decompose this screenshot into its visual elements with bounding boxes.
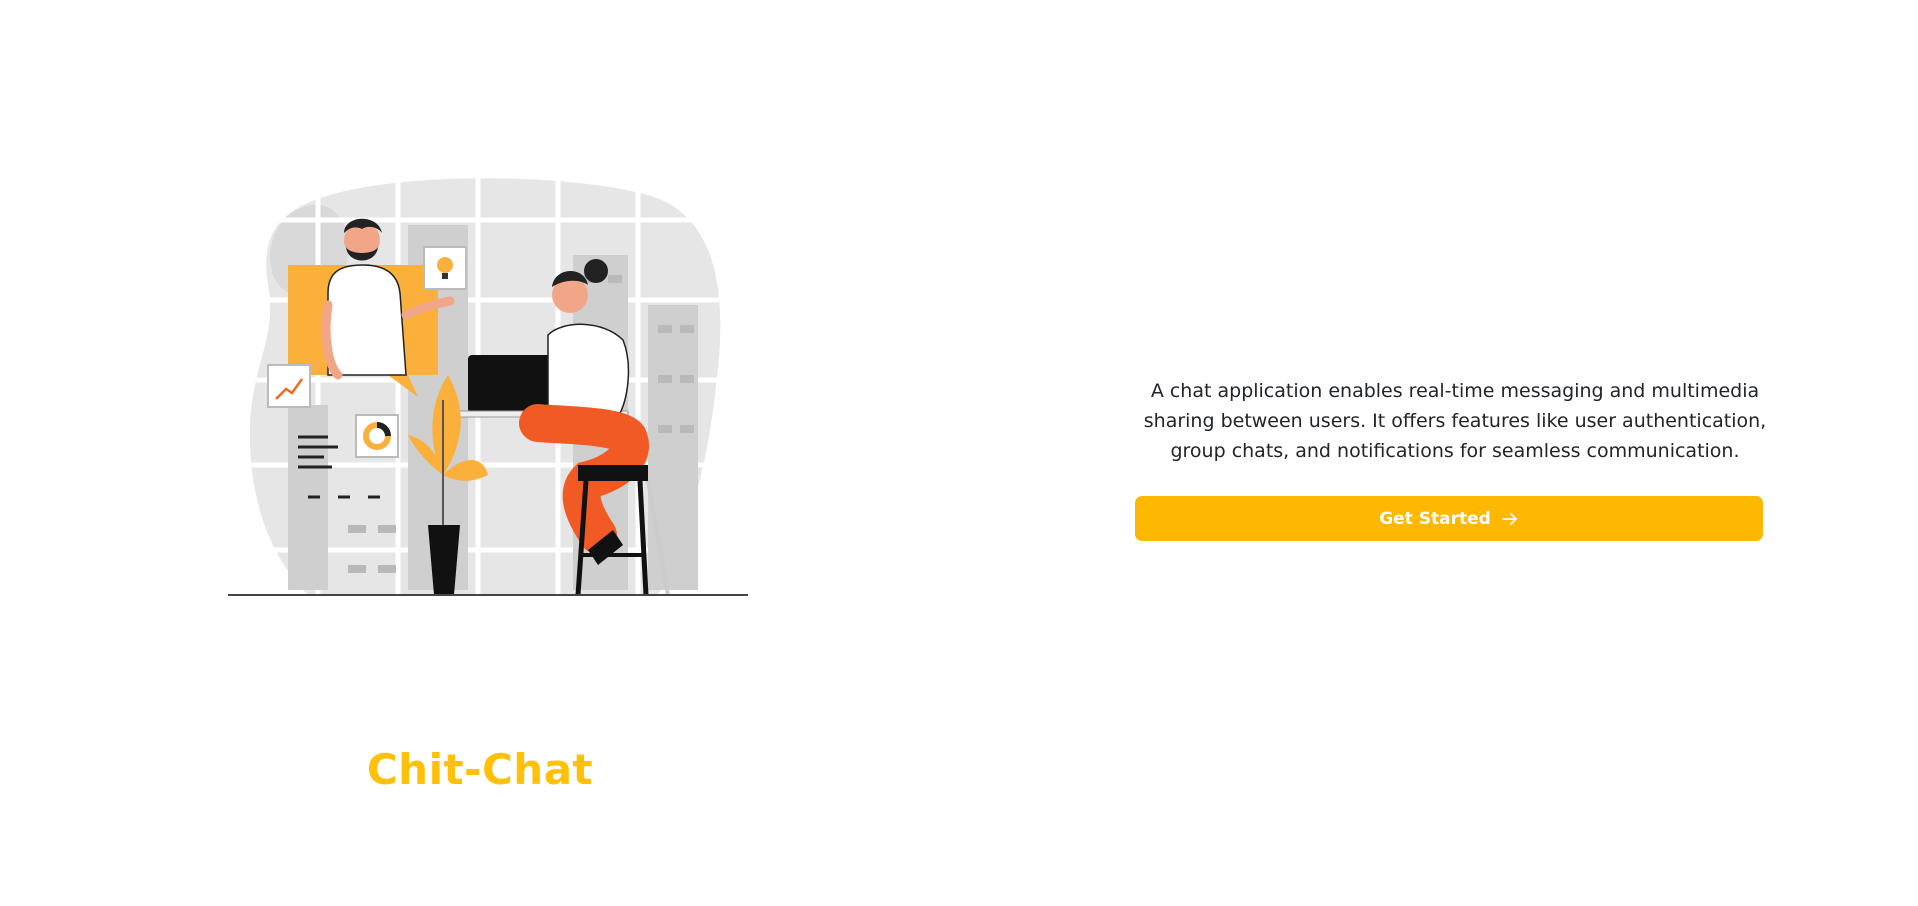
app-description: A chat application enables real-time mes… [1143, 380, 1767, 462]
chat-illustration [228, 175, 748, 615]
landing-page: Chit-Chat A chat application enables rea… [0, 0, 1918, 906]
arrow-right-icon [1501, 510, 1519, 528]
get-started-label: Get Started [1379, 508, 1491, 529]
app-title: Chit-Chat [366, 745, 594, 794]
get-started-button[interactable]: Get Started [1135, 496, 1763, 541]
